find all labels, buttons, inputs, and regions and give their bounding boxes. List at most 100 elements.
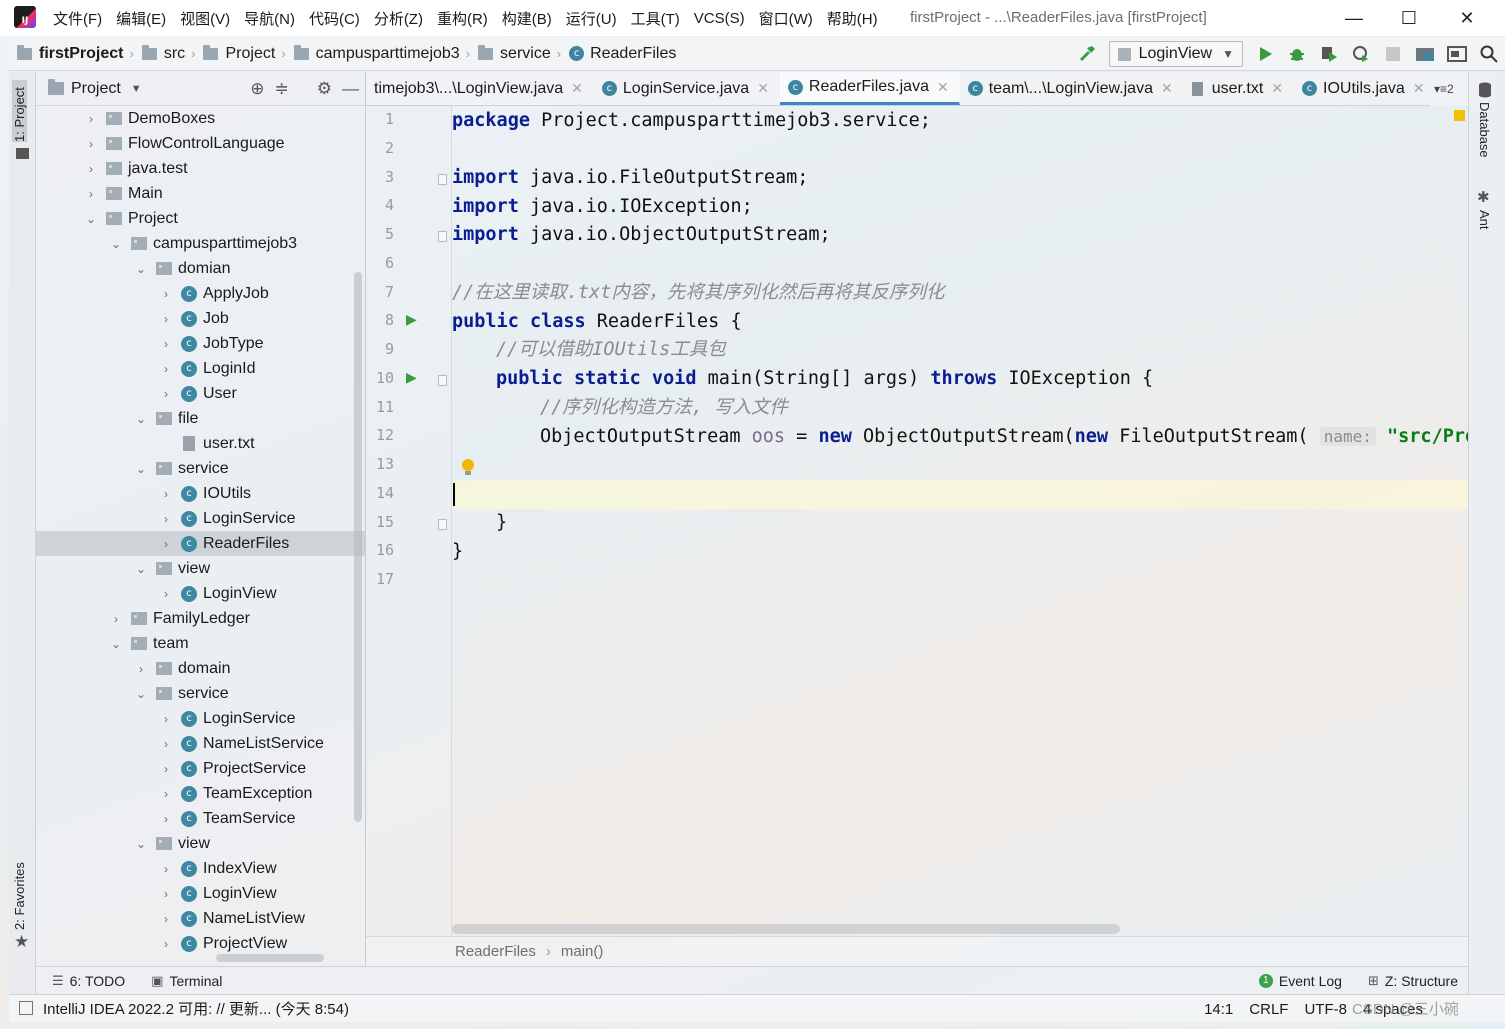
gear-icon[interactable]: ⚙	[317, 79, 332, 99]
vertical-scrollbar[interactable]	[354, 272, 362, 822]
chevron-down-icon[interactable]: ⌄	[134, 837, 148, 851]
structure-tool-button[interactable]: ⊞ Z: Structure	[1368, 973, 1458, 989]
menu-item-9[interactable]: 工具(T)	[624, 8, 687, 29]
run-class-icon[interactable]: ▶	[406, 311, 417, 328]
fold-marker-icon[interactable]	[438, 173, 447, 185]
tree-item[interactable]: ⌄ file	[36, 406, 365, 431]
tree-item[interactable]: › c TeamException	[36, 781, 365, 806]
tree-item[interactable]: ⌄ service	[36, 456, 365, 481]
chevron-right-icon[interactable]: ›	[159, 337, 173, 351]
editor-tab[interactable]: c team\...\LoginView.java ✕	[960, 72, 1184, 105]
terminal-tool-button[interactable]: ▣ Terminal	[151, 973, 222, 989]
tree-item[interactable]: ⌄ team	[36, 631, 365, 656]
sdk-icon[interactable]	[1441, 38, 1473, 70]
tree-item[interactable]: › c LoginView	[36, 881, 365, 906]
tree-item[interactable]: › c ReaderFiles	[36, 531, 365, 556]
breadcrumb-class[interactable]: ReaderFiles	[455, 943, 536, 960]
tree-item[interactable]: ⌄ Project	[36, 206, 365, 231]
tab-favorites-tool[interactable]: 2: Favorites	[12, 858, 27, 930]
chevron-right-icon[interactable]: ›	[159, 712, 173, 726]
warning-marker-icon[interactable]	[1454, 110, 1465, 121]
chevron-right-icon[interactable]: ›	[159, 312, 173, 326]
chevron-right-icon[interactable]: ›	[84, 112, 98, 126]
tab-database-tool[interactable]: Database	[1477, 102, 1492, 158]
tree-item[interactable]: › Main	[36, 181, 365, 206]
tree-item[interactable]: › c IndexView	[36, 856, 365, 881]
tree-item[interactable]: › domain	[36, 656, 365, 681]
chevron-right-icon[interactable]: ›	[159, 387, 173, 401]
close-tab-icon[interactable]: ✕	[937, 79, 949, 96]
tree-item[interactable]: user.txt	[36, 431, 365, 456]
editor-tab[interactable]: c IOUtils.java ✕	[1294, 72, 1436, 105]
editor-horizontal-scrollbar[interactable]	[452, 924, 1120, 934]
coverage-icon[interactable]	[1313, 38, 1345, 70]
close-tab-icon[interactable]: ✕	[757, 80, 769, 97]
chevron-right-icon[interactable]: ›	[159, 912, 173, 926]
tree-item[interactable]: › c User	[36, 381, 365, 406]
chevron-right-icon[interactable]: ›	[159, 287, 173, 301]
tree-item[interactable]: › FlowControlLanguage	[36, 131, 365, 156]
menu-item-10[interactable]: VCS(S)	[687, 10, 752, 27]
tree-item[interactable]: › c IOUtils	[36, 481, 365, 506]
menu-item-12[interactable]: 帮助(H)	[820, 8, 885, 29]
tool-windows-toggle-icon[interactable]	[19, 1001, 33, 1015]
tree-item[interactable]: ⌄ campusparttimejob3	[36, 231, 365, 256]
breadcrumb-method[interactable]: main()	[561, 943, 604, 960]
chevron-right-icon[interactable]: ›	[84, 187, 98, 201]
chevron-right-icon[interactable]: ›	[84, 162, 98, 176]
menu-item-6[interactable]: 重构(R)	[430, 8, 495, 29]
close-tab-icon[interactable]: ✕	[1413, 80, 1425, 97]
chevron-down-icon[interactable]: ⌄	[134, 562, 148, 576]
hammer-icon[interactable]	[1071, 38, 1103, 70]
chevron-right-icon[interactable]: ›	[84, 137, 98, 151]
breadcrumb-package-campus[interactable]: campusparttimejob3 ›	[286, 44, 470, 63]
close-tab-icon[interactable]: ✕	[1161, 80, 1173, 97]
editor-tab[interactable]: timejob3\...\LoginView.java ✕	[366, 72, 594, 105]
fold-marker-icon[interactable]	[438, 518, 447, 530]
chevron-right-icon[interactable]: ›	[159, 887, 173, 901]
tree-item[interactable]: › c NameListView	[36, 906, 365, 931]
chevron-down-icon[interactable]: ⌄	[134, 412, 148, 426]
close-tab-icon[interactable]: ✕	[1271, 80, 1283, 97]
tree-item[interactable]: › java.test	[36, 156, 365, 181]
chevron-right-icon[interactable]: ›	[159, 812, 173, 826]
collapse-all-icon[interactable]: ≑	[275, 79, 289, 99]
hide-panel-icon[interactable]: —	[342, 79, 359, 99]
tree-item[interactable]: › c LoginService	[36, 706, 365, 731]
breadcrumb-project[interactable]: firstProject ›	[9, 44, 134, 63]
chevron-right-icon[interactable]: ›	[159, 762, 173, 776]
chevron-right-icon[interactable]: ›	[159, 737, 173, 751]
profile-icon[interactable]	[1345, 38, 1377, 70]
breadcrumb-package-service[interactable]: service ›	[470, 44, 561, 63]
project-view-select[interactable]: Project ▼	[48, 79, 142, 98]
menu-item-3[interactable]: 导航(N)	[237, 8, 302, 29]
tree-item[interactable]: › c Job	[36, 306, 365, 331]
horizontal-scrollbar[interactable]	[216, 954, 324, 962]
chevron-right-icon[interactable]: ›	[159, 587, 173, 601]
chevron-down-icon[interactable]: ⌄	[134, 462, 148, 476]
run-main-icon[interactable]: ▶	[406, 369, 417, 386]
fold-marker-icon[interactable]	[438, 374, 447, 386]
caret-position[interactable]: 14:1	[1204, 1001, 1233, 1018]
tab-project-tool[interactable]: 1: Project	[12, 80, 27, 142]
chevron-right-icon[interactable]: ›	[159, 937, 173, 951]
event-log-button[interactable]: 1 Event Log	[1258, 973, 1342, 989]
fold-marker-icon[interactable]	[438, 231, 447, 242]
todo-tool-button[interactable]: ☰ 6: TODO	[52, 973, 125, 989]
line-separator[interactable]: CRLF	[1249, 1001, 1288, 1018]
file-encoding[interactable]: UTF-8	[1304, 1001, 1347, 1018]
editor-tab[interactable]: c LoginService.java ✕	[594, 72, 780, 105]
lightbulb-icon[interactable]	[460, 458, 476, 478]
run-configuration-select[interactable]: LoginView ▼	[1108, 41, 1243, 67]
chevron-right-icon[interactable]: ›	[109, 612, 123, 626]
menu-item-1[interactable]: 编辑(E)	[109, 8, 173, 29]
menu-item-11[interactable]: 窗口(W)	[752, 8, 820, 29]
tree-item[interactable]: ⌄ view	[36, 556, 365, 581]
tree-item[interactable]: › c ProjectView	[36, 931, 365, 956]
menu-item-5[interactable]: 分析(Z)	[367, 8, 430, 29]
tree-item[interactable]: › c LoginService	[36, 506, 365, 531]
editor-tab[interactable]: user.txt ✕	[1184, 72, 1294, 105]
menu-item-0[interactable]: 文件(F)	[46, 8, 109, 29]
chevron-down-icon[interactable]: ⌄	[134, 687, 148, 701]
tree-item[interactable]: › c ApplyJob	[36, 281, 365, 306]
